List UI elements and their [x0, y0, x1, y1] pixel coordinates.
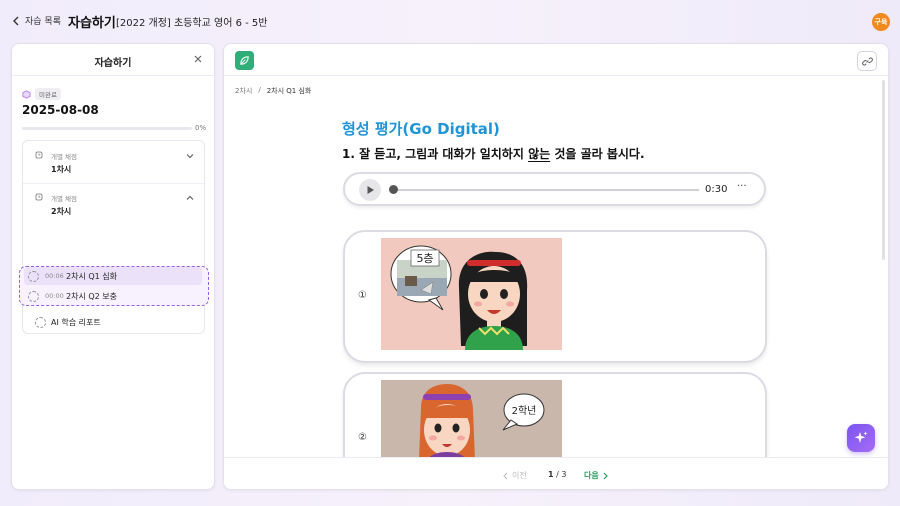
- option-number: ②: [358, 432, 367, 443]
- item-status-icon: [28, 290, 39, 302]
- pagination-footer: 이전 1 / 3 다음: [224, 457, 888, 489]
- back-label: 자습 목록: [25, 17, 61, 27]
- ai-report-label: AI 학습 리포트: [51, 318, 101, 327]
- section-name: 1차시: [51, 165, 72, 174]
- prev-label: 이전: [512, 471, 527, 480]
- option-1-illustration: 5층: [381, 238, 562, 350]
- option-number: ①: [358, 290, 367, 301]
- item-status-icon: [28, 270, 39, 282]
- back-to-list-link[interactable]: 자습 목록: [12, 14, 61, 27]
- prev-button[interactable]: 이전: [502, 470, 527, 481]
- audio-track[interactable]: [395, 189, 699, 191]
- play-icon: [367, 186, 374, 194]
- audio-scrubber[interactable]: [389, 185, 398, 194]
- section-type: 개별 채점: [51, 195, 77, 203]
- question-suffix: 것을 골라 봅시다.: [550, 147, 645, 161]
- question-underline: 않는: [528, 147, 551, 161]
- chevron-down-icon[interactable]: [186, 153, 194, 159]
- audio-player: 0:30 ···: [343, 172, 766, 206]
- page-title: 자습하기: [68, 16, 116, 31]
- scrollbar[interactable]: [882, 80, 885, 260]
- section-2[interactable]: 개별 채점 2차시: [23, 184, 204, 224]
- breadcrumb: 2차시 / 2차시 Q1 심화: [235, 86, 311, 96]
- link-button[interactable]: [857, 51, 877, 71]
- question-heading: 형성 평가(Go Digital): [342, 120, 500, 138]
- next-button[interactable]: 다음: [584, 470, 609, 481]
- page-total: 3: [561, 470, 567, 479]
- item-label: 2차시 Q1 심화: [66, 271, 118, 281]
- page-indicator: 1 / 3: [548, 470, 566, 479]
- lesson-item[interactable]: 00:06 2차시 Q1 심화: [24, 267, 202, 285]
- status-row: 미완료: [22, 88, 61, 100]
- content-header: [224, 44, 888, 76]
- ai-report-item[interactable]: AI 학습 리포트: [31, 317, 101, 328]
- status-badge: 미완료: [35, 88, 61, 100]
- sidebar-title: 자습하기: [94, 58, 132, 69]
- study-sidebar: 자습하기 미완료 2025-08-08 0% 개별 채점 1차시 개별 채점 2…: [11, 43, 215, 490]
- audio-time: 0:30: [705, 184, 728, 195]
- leaf-button[interactable]: [235, 51, 254, 70]
- course-title: [2022 개정] 초등학교 영어 6 - 5반: [116, 18, 268, 29]
- section-1[interactable]: 개별 채점 1차시: [23, 141, 204, 183]
- leaf-icon: [240, 56, 249, 65]
- progress-label: 0%: [195, 124, 207, 132]
- clock-icon: [35, 193, 43, 201]
- question-prefix: 1. 잘 듣고, 그림과 대화가 일치하지: [342, 147, 529, 161]
- selected-items-group: 00:06 2차시 Q1 심화 00:00 2차시 Q2 보충: [19, 266, 209, 306]
- item-time: 00:06: [45, 272, 64, 280]
- section-name: 2차시: [51, 207, 72, 216]
- play-button[interactable]: [359, 179, 381, 201]
- content-panel: 2차시 / 2차시 Q1 심화 형성 평가(Go Digital) 1. 잘 듣…: [223, 43, 889, 490]
- chevron-up-icon[interactable]: [186, 195, 194, 201]
- bubble-text: 2학년: [512, 405, 537, 417]
- clock-icon: [35, 151, 43, 159]
- breadcrumb-current: 2차시 Q1 심화: [266, 87, 312, 95]
- item-label: 2차시 Q2 보충: [66, 291, 118, 301]
- option-2-illustration: 2학년: [381, 380, 562, 460]
- avatar[interactable]: 구육: [872, 13, 890, 31]
- top-bar: 자습 목록 자습하기 [2022 개정] 초등학교 영어 6 - 5반 구육: [0, 0, 900, 42]
- item-status-icon: [35, 317, 46, 328]
- bubble-text: 5층: [416, 252, 433, 265]
- sparkle-icon: [854, 431, 868, 443]
- question-text: 1. 잘 듣고, 그림과 대화가 일치하지 않는 것을 골라 봅시다.: [342, 145, 645, 162]
- sidebar-header: 자습하기: [12, 44, 214, 76]
- ai-assistant-button[interactable]: [847, 424, 875, 452]
- more-options-button[interactable]: ···: [737, 181, 747, 192]
- next-label: 다음: [584, 471, 599, 480]
- breadcrumb-separator: /: [258, 86, 261, 94]
- breadcrumb-item[interactable]: 2차시: [235, 86, 252, 96]
- chevron-left-icon: [13, 16, 19, 25]
- close-icon[interactable]: [192, 53, 204, 65]
- link-icon: [861, 57, 873, 65]
- study-date: 2025-08-08: [22, 103, 99, 117]
- chevron-left-icon: [503, 472, 508, 479]
- lesson-item[interactable]: 00:00 2차시 Q2 보충: [24, 287, 202, 305]
- section-type: 개별 채점: [51, 153, 77, 161]
- item-time: 00:00: [45, 292, 64, 300]
- chevron-right-icon: [603, 472, 608, 479]
- answer-option-1[interactable]: ① 5층: [343, 230, 767, 363]
- lesson-list: 개별 채점 1차시 개별 채점 2차시 00:06 2차시 Q1 심화 00:0…: [19, 140, 209, 334]
- progress-bar: [22, 127, 192, 130]
- status-cube-icon: [22, 89, 31, 99]
